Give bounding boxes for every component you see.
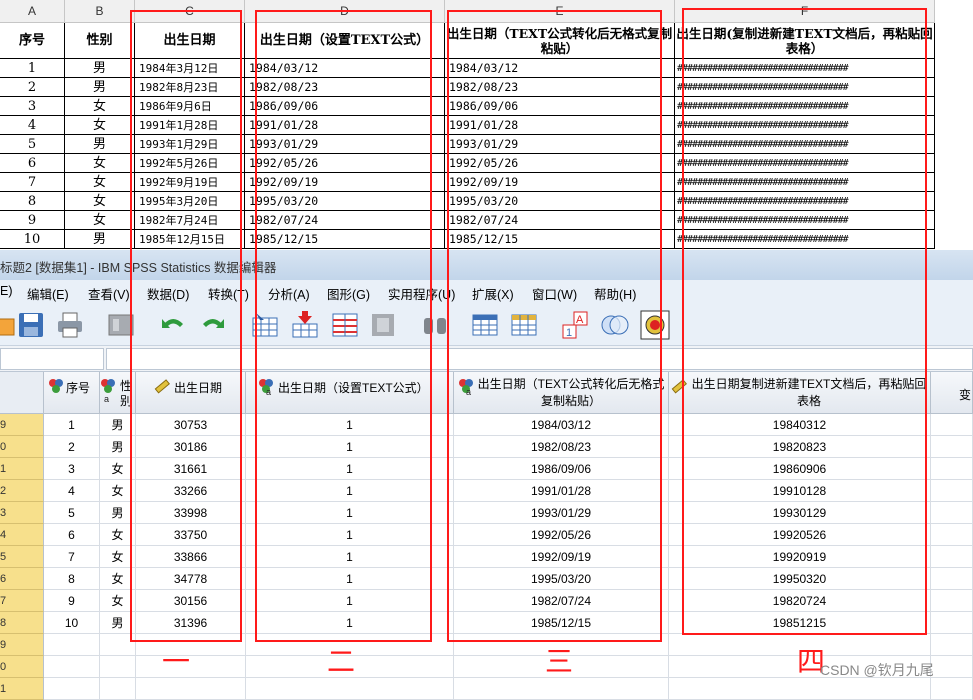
grid-cell[interactable]: 4 xyxy=(44,480,100,502)
excel-cell-no[interactable]: 6 xyxy=(0,154,65,173)
var-header-no[interactable]: 序号 xyxy=(44,372,100,414)
grid-cell[interactable] xyxy=(931,590,973,612)
row-header[interactable]: 6 xyxy=(0,568,44,590)
grid-cell[interactable]: 8 xyxy=(44,568,100,590)
row-header[interactable]: 5 xyxy=(0,546,44,568)
row-header[interactable]: 0 xyxy=(0,436,44,458)
grid-cell[interactable] xyxy=(454,678,669,700)
annotation-mark-2: 二 xyxy=(327,645,356,678)
excel-cell-sex[interactable]: 女 xyxy=(65,173,135,192)
grid-cell[interactable] xyxy=(931,656,973,678)
annotation-box-3 xyxy=(447,10,662,642)
watermark: CSDN @钦月九尾 xyxy=(820,662,934,678)
excel-cell-no[interactable]: 8 xyxy=(0,192,65,211)
var-header-label: 序号 xyxy=(66,381,91,395)
annotation-box-4 xyxy=(682,8,927,635)
grid-cell[interactable] xyxy=(931,524,973,546)
excel-cell-sex[interactable]: 女 xyxy=(65,154,135,173)
nominal-string-icon: a xyxy=(101,379,115,404)
cell-reference-box[interactable] xyxy=(0,348,104,370)
grid-cell[interactable] xyxy=(931,612,973,634)
grid-cell[interactable] xyxy=(44,634,100,656)
print-icon[interactable] xyxy=(55,310,85,340)
grid-cell[interactable] xyxy=(931,436,973,458)
grid-cell[interactable]: 9 xyxy=(44,590,100,612)
menu-file[interactable]: E) xyxy=(0,284,13,298)
excel-cell-no[interactable]: 3 xyxy=(0,97,65,116)
row-header[interactable]: 8 xyxy=(0,612,44,634)
grid-cell[interactable] xyxy=(931,480,973,502)
grid-cell[interactable]: 5 xyxy=(44,502,100,524)
grid-cell[interactable]: 3 xyxy=(44,458,100,480)
row-header[interactable]: 1 xyxy=(0,678,44,700)
excel-cell-sex[interactable]: 女 xyxy=(65,192,135,211)
grid-cell[interactable] xyxy=(100,678,136,700)
excel-cell-sex[interactable]: 男 xyxy=(65,230,135,249)
nominal-icon xyxy=(49,379,63,393)
menu-edit[interactable]: 编辑(E) xyxy=(27,284,69,303)
excel-cell-no[interactable]: 2 xyxy=(0,78,65,97)
grid-cell[interactable] xyxy=(44,656,100,678)
grid-cell[interactable]: 1 xyxy=(44,414,100,436)
excel-cell-sex[interactable]: 男 xyxy=(65,59,135,78)
grid-cell[interactable] xyxy=(931,678,973,700)
grid-cell[interactable]: 6 xyxy=(44,524,100,546)
grid-cell[interactable] xyxy=(931,634,973,656)
grid-cell[interactable] xyxy=(931,502,973,524)
annotation-mark-3: 三 xyxy=(545,645,574,678)
grid-cell[interactable] xyxy=(931,568,973,590)
save-icon[interactable] xyxy=(16,310,46,340)
excel-cell-sex[interactable]: 女 xyxy=(65,116,135,135)
annotation-box-1 xyxy=(130,10,242,642)
svg-text:a: a xyxy=(104,394,109,404)
excel-cell-sex[interactable]: 女 xyxy=(65,97,135,116)
grid-cell[interactable]: 7 xyxy=(44,546,100,568)
row-header[interactable]: 4 xyxy=(0,524,44,546)
excel-cell-no[interactable]: 10 xyxy=(0,230,65,249)
excel-header-cell[interactable]: 序号 xyxy=(0,23,65,59)
grid-cell[interactable]: 2 xyxy=(44,436,100,458)
row-header[interactable]: 3 xyxy=(0,502,44,524)
excel-cell-sex[interactable]: 女 xyxy=(65,211,135,230)
excel-cell-sex[interactable]: 男 xyxy=(65,78,135,97)
row-header[interactable]: 7 xyxy=(0,590,44,612)
grid-cell[interactable] xyxy=(44,678,100,700)
excel-cell-no[interactable]: 5 xyxy=(0,135,65,154)
excel-cell-no[interactable]: 7 xyxy=(0,173,65,192)
excel-cell-no[interactable]: 1 xyxy=(0,59,65,78)
row-header[interactable]: 9 xyxy=(0,414,44,436)
var-header-label: 变 xyxy=(959,388,972,402)
excel-cell-sex[interactable]: 男 xyxy=(65,135,135,154)
grid-cell[interactable] xyxy=(931,458,973,480)
excel-cell-no[interactable]: 9 xyxy=(0,211,65,230)
grid-cell[interactable] xyxy=(136,656,246,678)
row-header[interactable]: 1 xyxy=(0,458,44,480)
grid-cell[interactable] xyxy=(100,656,136,678)
grid-cell[interactable] xyxy=(669,678,931,700)
annotation-mark-1: 一 xyxy=(162,645,191,678)
excel-cell-no[interactable]: 4 xyxy=(0,116,65,135)
row-header[interactable]: 2 xyxy=(0,480,44,502)
row-header[interactable]: 9 xyxy=(0,634,44,656)
grid-cell[interactable]: 10 xyxy=(44,612,100,634)
grid-cell[interactable] xyxy=(931,546,973,568)
excel-header-cell[interactable]: 性别 xyxy=(65,23,135,59)
var-header-empty[interactable]: 变 xyxy=(931,372,973,414)
grid-cell[interactable] xyxy=(246,678,454,700)
row-header[interactable]: 0 xyxy=(0,656,44,678)
grid-cell[interactable] xyxy=(136,678,246,700)
grid-cell[interactable] xyxy=(931,414,973,436)
col-header-b[interactable]: B xyxy=(65,0,135,23)
col-header-a[interactable]: A xyxy=(0,0,65,23)
grid-corner[interactable] xyxy=(0,372,44,414)
menu-view[interactable]: 查看(V) xyxy=(88,284,130,303)
annotation-box-2 xyxy=(255,10,432,642)
